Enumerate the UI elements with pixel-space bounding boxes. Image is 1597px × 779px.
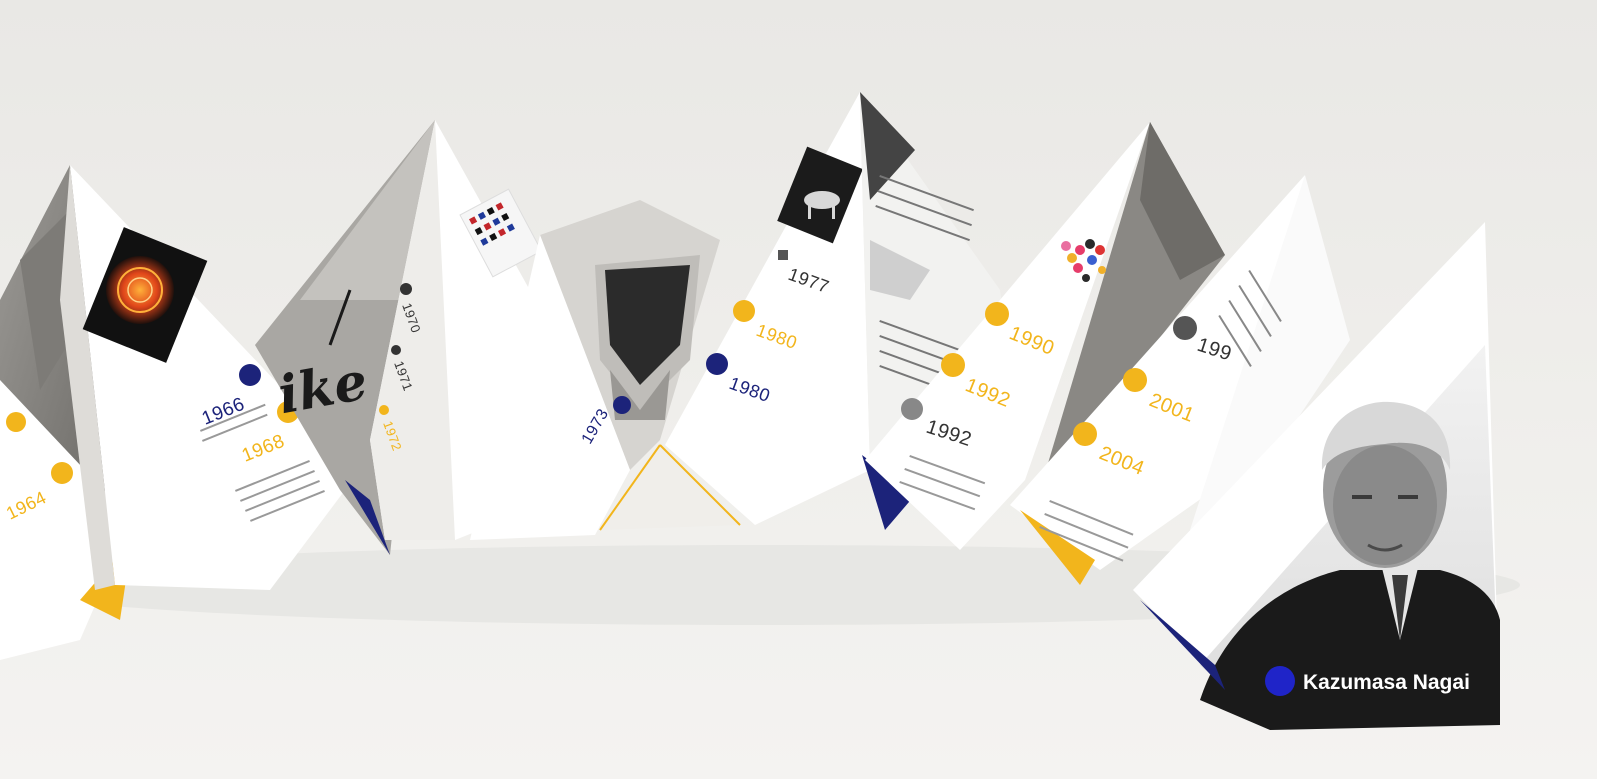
folded-timeline-brochure-photo: 1964 1966 1968 ike 1970 1971 1972 1973 1… — [0, 0, 1597, 779]
dot-2004 — [1073, 422, 1097, 446]
dot-1964b — [51, 462, 73, 484]
dot-1990 — [985, 302, 1009, 326]
dot-1970 — [400, 283, 412, 295]
dot-1971 — [391, 345, 401, 355]
dot-1980b — [706, 353, 728, 375]
brochure-illustration: 1964 1966 1968 ike 1970 1971 1972 1973 1… — [0, 0, 1597, 779]
dot-1992b — [901, 398, 923, 420]
dot-2001 — [1123, 368, 1147, 392]
dot-199x — [1173, 316, 1197, 340]
dot-1973 — [613, 396, 631, 414]
dot-1964a — [6, 412, 26, 432]
dot-1980a — [733, 300, 755, 322]
dot-1966 — [239, 364, 261, 386]
cover-dot — [1265, 666, 1295, 696]
cover-name: Kazumasa Nagai — [1303, 671, 1470, 694]
dot-1992a — [941, 353, 965, 377]
dot-1972 — [379, 405, 389, 415]
